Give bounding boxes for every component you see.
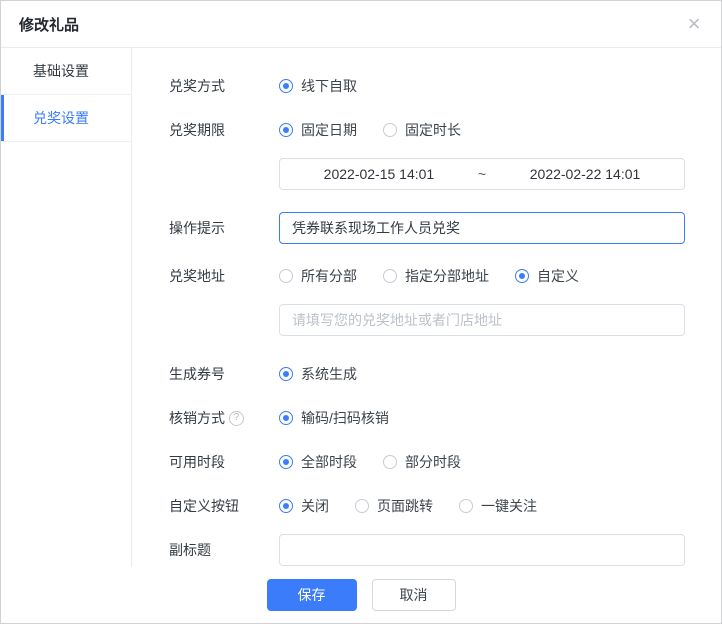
dialog-header: 修改礼品 × bbox=[1, 1, 721, 48]
date-separator: ~ bbox=[477, 166, 487, 182]
radio-icon bbox=[355, 499, 369, 513]
radio-all-branches[interactable]: 所有分部 bbox=[279, 266, 357, 286]
radio-label: 关闭 bbox=[301, 498, 329, 514]
radio-label: 部分时段 bbox=[405, 454, 461, 470]
radio-label: 页面跳转 bbox=[377, 498, 433, 514]
available-time-label: 可用时段 bbox=[169, 454, 225, 470]
radio-label: 线下自取 bbox=[301, 78, 357, 94]
radio-icon bbox=[515, 269, 529, 283]
radio-partial-time[interactable]: 部分时段 bbox=[383, 452, 461, 472]
cancel-button[interactable]: 取消 bbox=[371, 579, 456, 611]
radio-code-scan-verify[interactable]: 输码/扫码核销 bbox=[279, 408, 389, 428]
dialog-footer: 保存 取消 bbox=[1, 567, 721, 623]
radio-specified-branch[interactable]: 指定分部地址 bbox=[383, 266, 489, 286]
radio-fixed-date[interactable]: 固定日期 bbox=[279, 120, 357, 140]
dialog-title: 修改礼品 bbox=[19, 16, 80, 34]
subtitle-input[interactable] bbox=[279, 534, 685, 566]
radio-offline-pickup[interactable]: 线下自取 bbox=[279, 76, 357, 96]
custom-button-label: 自定义按钮 bbox=[169, 498, 239, 514]
redeem-address-label: 兑奖地址 bbox=[169, 268, 225, 284]
radio-icon bbox=[279, 269, 293, 283]
operation-tip-label: 操作提示 bbox=[169, 220, 225, 236]
tab-basic-settings[interactable]: 基础设置 bbox=[1, 48, 131, 95]
radio-label: 一键关注 bbox=[481, 498, 537, 514]
radio-icon bbox=[459, 499, 473, 513]
redeem-method-label: 兑奖方式 bbox=[169, 78, 225, 94]
radio-label: 指定分部地址 bbox=[405, 268, 489, 284]
form-row-verify-method: 核销方式 ? 输码/扫码核销 bbox=[169, 402, 721, 434]
form-row-operation-tip: 操作提示 bbox=[169, 212, 721, 244]
redeem-period-label: 兑奖期限 bbox=[169, 122, 225, 138]
radio-page-jump[interactable]: 页面跳转 bbox=[355, 496, 433, 516]
form-content: 兑奖方式 线下自取 兑奖期限 固定日期 固定时长 2022-02-15 14:0… bbox=[132, 48, 721, 567]
radio-one-click-follow[interactable]: 一键关注 bbox=[459, 496, 537, 516]
radio-icon bbox=[383, 269, 397, 283]
radio-icon bbox=[279, 499, 293, 513]
dialog-body: 基础设置 兑奖设置 兑奖方式 线下自取 兑奖期限 固定日期 固定时长 2022-… bbox=[1, 48, 721, 567]
radio-icon bbox=[279, 411, 293, 425]
save-button[interactable]: 保存 bbox=[266, 579, 357, 611]
address-input[interactable] bbox=[279, 304, 685, 336]
form-row-redeem-method: 兑奖方式 线下自取 bbox=[169, 70, 721, 102]
form-row-available-time: 可用时段 全部时段 部分时段 bbox=[169, 446, 721, 478]
radio-fixed-duration[interactable]: 固定时长 bbox=[383, 120, 461, 140]
radio-custom-address[interactable]: 自定义 bbox=[515, 266, 579, 286]
form-row-address-input bbox=[169, 304, 721, 336]
form-row-redeem-address: 兑奖地址 所有分部 指定分部地址 自定义 bbox=[169, 260, 721, 292]
close-icon[interactable]: × bbox=[681, 11, 707, 37]
form-row-date-range: 2022-02-15 14:01 ~ 2022-02-22 14:01 bbox=[169, 158, 721, 190]
form-row-coupon-number: 生成券号 系统生成 bbox=[169, 358, 721, 390]
radio-icon bbox=[279, 367, 293, 381]
radio-icon bbox=[279, 123, 293, 137]
radio-label: 系统生成 bbox=[301, 366, 357, 382]
radio-icon bbox=[279, 455, 293, 469]
radio-label: 所有分部 bbox=[301, 268, 357, 284]
radio-close-option[interactable]: 关闭 bbox=[279, 496, 329, 516]
radio-label: 固定日期 bbox=[301, 122, 357, 138]
coupon-number-label: 生成券号 bbox=[169, 366, 225, 382]
subtitle-label: 副标题 bbox=[169, 542, 211, 558]
help-icon[interactable]: ? bbox=[229, 410, 244, 426]
radio-label: 全部时段 bbox=[301, 454, 357, 470]
edit-gift-dialog: 修改礼品 × 基础设置 兑奖设置 兑奖方式 线下自取 兑奖期限 固定日期 固定时… bbox=[0, 0, 722, 624]
form-row-subtitle: 副标题 bbox=[169, 534, 721, 566]
date-end[interactable]: 2022-02-22 14:01 bbox=[530, 166, 641, 182]
radio-all-time[interactable]: 全部时段 bbox=[279, 452, 357, 472]
radio-label: 自定义 bbox=[537, 268, 579, 284]
verify-method-label: 核销方式 bbox=[169, 410, 225, 426]
radio-label: 输码/扫码核销 bbox=[301, 410, 389, 426]
operation-tip-input[interactable] bbox=[279, 212, 685, 244]
radio-label: 固定时长 bbox=[405, 122, 461, 138]
form-row-redeem-period: 兑奖期限 固定日期 固定时长 bbox=[169, 114, 721, 146]
radio-icon bbox=[279, 79, 293, 93]
date-start[interactable]: 2022-02-15 14:01 bbox=[324, 166, 435, 182]
date-range-picker[interactable]: 2022-02-15 14:01 ~ 2022-02-22 14:01 bbox=[279, 158, 685, 190]
radio-system-generated[interactable]: 系统生成 bbox=[279, 364, 357, 384]
form-row-custom-button: 自定义按钮 关闭 页面跳转 一键关注 bbox=[169, 490, 721, 522]
settings-sidebar: 基础设置 兑奖设置 bbox=[1, 48, 132, 567]
radio-icon bbox=[383, 123, 397, 137]
radio-icon bbox=[383, 455, 397, 469]
tab-redeem-settings[interactable]: 兑奖设置 bbox=[1, 95, 131, 142]
